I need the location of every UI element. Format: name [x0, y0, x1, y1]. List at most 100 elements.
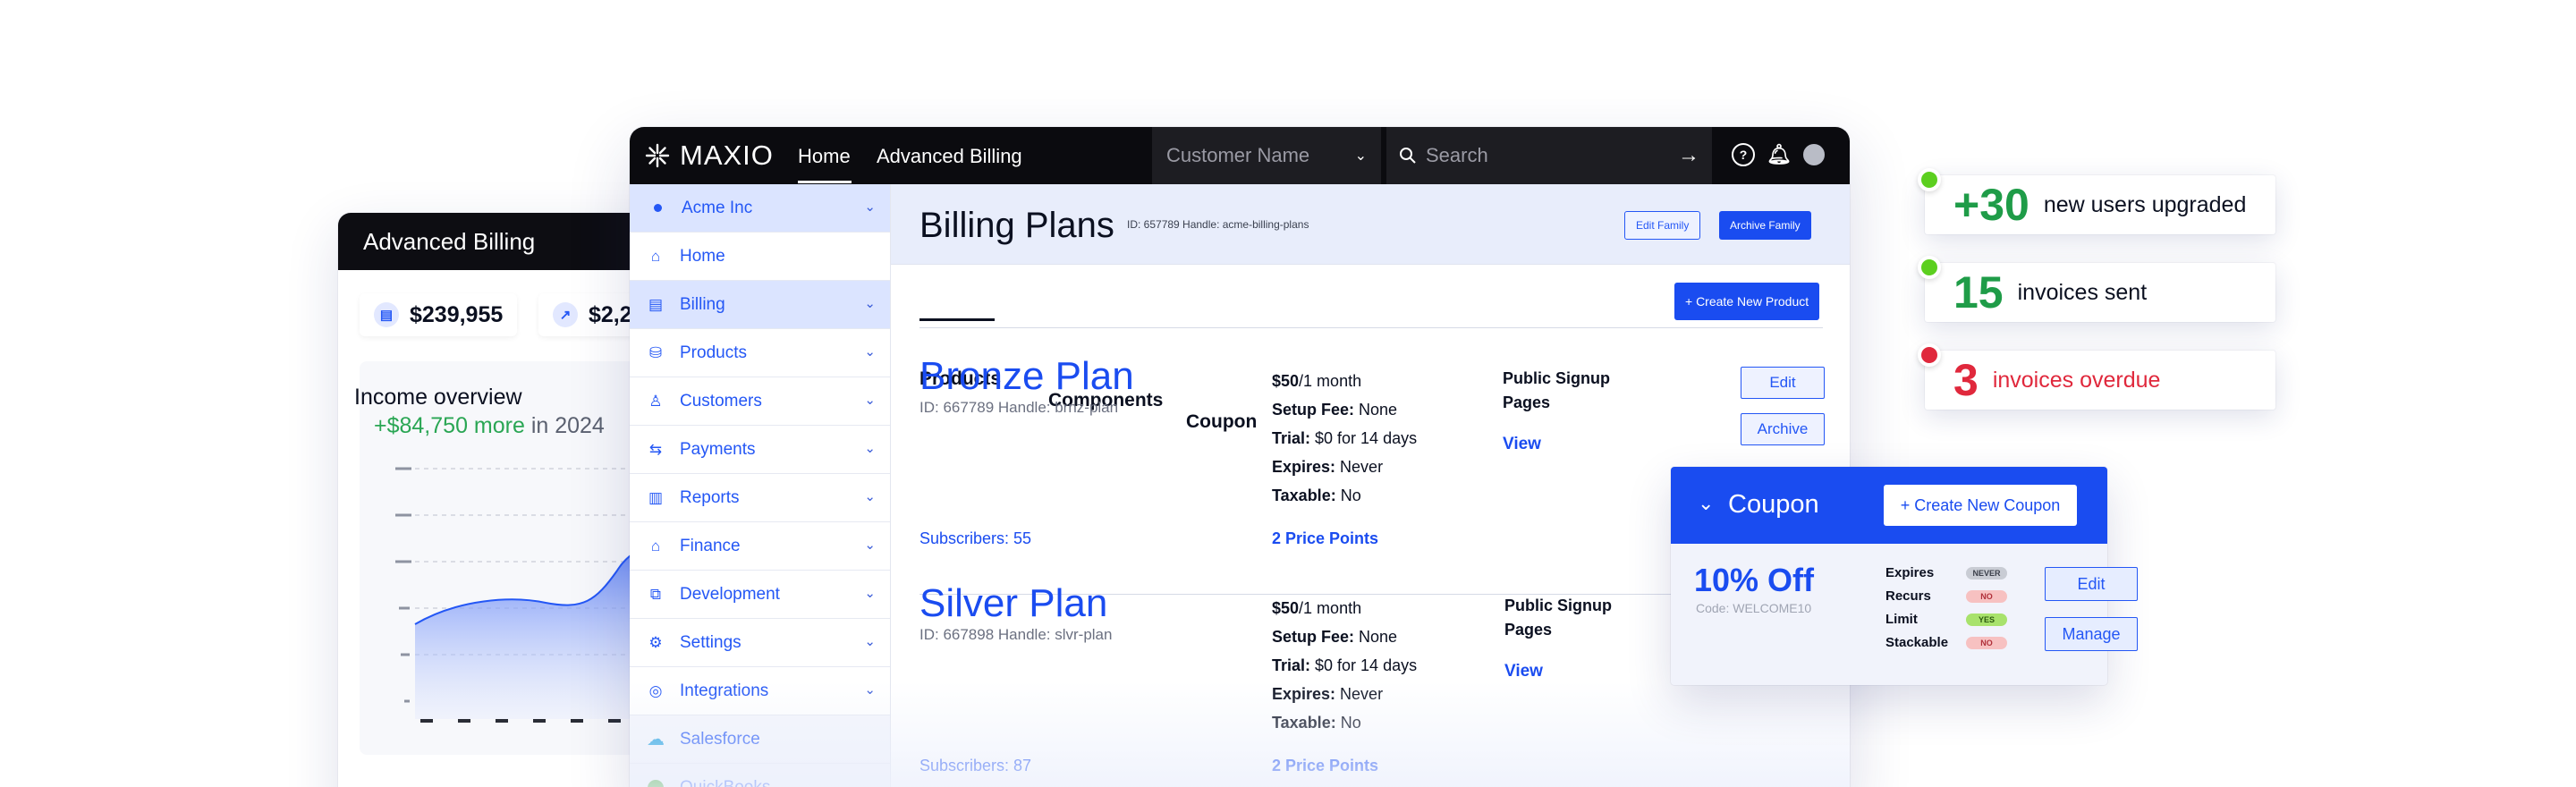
- view-link[interactable]: View: [1503, 435, 1541, 454]
- card-title: Advanced Billing: [363, 227, 536, 255]
- sidebar-item-label: Settings: [680, 632, 741, 652]
- plan-subscribers[interactable]: Subscribers: 87: [919, 757, 1031, 775]
- sidebar-item-label: Products: [680, 343, 747, 362]
- notification-count: +30: [1953, 180, 2029, 230]
- sidebar-item-label: QuickBooks: [680, 777, 771, 787]
- nav-home[interactable]: Home: [798, 145, 851, 168]
- development-icon: ⧉: [649, 585, 662, 603]
- chevron-down-icon: ⌄: [864, 296, 876, 311]
- plan-expires: Expires: Never: [1272, 685, 1384, 703]
- plan-setup-fee: Setup Fee: None: [1272, 628, 1398, 646]
- plan-price: $50/1 month: [1272, 599, 1362, 617]
- plan-expires: Expires: Never: [1272, 458, 1384, 476]
- page-title: Billing Plans: [919, 206, 1114, 245]
- sidebar-item-label: Payments: [680, 439, 756, 459]
- sidebar-item-integrations[interactable]: ◎ Integrations ⌄: [630, 667, 890, 715]
- settings-icon: ⚙: [648, 633, 663, 651]
- revenue-value: $239,955: [410, 301, 504, 327]
- notification-text: invoices sent: [2017, 279, 2148, 305]
- sidebar: Acme Inc ⌄ ⌂ Home ▤ Billing ⌄ ⛁ Products…: [630, 184, 891, 787]
- divider: [919, 327, 1823, 328]
- income-change: +$84,750 more in 2024: [374, 413, 605, 439]
- coupon-recurs-row: Recurs NO: [1885, 588, 2007, 604]
- sidebar-item-quickbooks[interactable]: QuickBooks: [630, 764, 890, 787]
- chevron-down-icon: ⌄: [864, 344, 876, 360]
- create-new-coupon-button[interactable]: + Create New Coupon: [1884, 485, 2077, 526]
- status-badge: NO: [1966, 589, 2007, 603]
- bell-icon[interactable]: 🔔︎: [1767, 143, 1792, 166]
- top-bar: MAXIO Home Advanced Billing Customer Nam…: [630, 127, 1850, 184]
- arrow-right-icon[interactable]: →: [1678, 143, 1699, 168]
- notification-invoices-sent: 15 invoices sent: [1918, 256, 2275, 322]
- home-icon: ⌂: [650, 247, 661, 265]
- maxio-logo[interactable]: MAXIO: [644, 140, 774, 172]
- notification-text: new users upgraded: [2043, 191, 2247, 217]
- search-input[interactable]: Search →: [1386, 127, 1712, 184]
- top-icons: ? 🔔︎: [1732, 143, 1825, 166]
- coupon-title: Coupon: [1728, 490, 1819, 519]
- customer-select[interactable]: Customer Name ⌄: [1152, 127, 1381, 184]
- coupon-amount: 10% Off: [1694, 562, 1815, 598]
- chevron-down-icon: ⌄: [864, 441, 876, 456]
- income-title: Income overview: [354, 385, 522, 410]
- chevron-down-icon: ⌄: [864, 537, 876, 553]
- chevron-down-icon: ⌄: [864, 682, 876, 698]
- chevron-down-icon: ⌄: [864, 586, 876, 601]
- sidebar-item-label: Billing: [680, 294, 725, 314]
- coupon-card: ⌄ Coupon + Create New Coupon 10% Off Cod…: [1671, 467, 2138, 685]
- sidebar-item-payments[interactable]: ⇆ Payments ⌄: [630, 426, 890, 474]
- sidebar-item-salesforce[interactable]: ☁ Salesforce: [630, 715, 890, 764]
- sidebar-item-label: Integrations: [680, 681, 769, 700]
- billing-icon: ▤: [648, 295, 664, 313]
- search-placeholder: Search: [1426, 144, 1488, 166]
- chevron-down-icon[interactable]: ⌄: [1698, 492, 1714, 515]
- view-link[interactable]: View: [1504, 662, 1543, 681]
- plan-name[interactable]: Bronze Plan: [919, 354, 1134, 399]
- sidebar-item-billing[interactable]: ▤ Billing ⌄: [630, 281, 890, 329]
- plan-details: $50/1 month Setup Fee: None Trial: $0 fo…: [1272, 594, 1417, 737]
- products-icon: ⛁: [648, 343, 663, 361]
- edit-family-button[interactable]: Edit Family: [1624, 211, 1701, 240]
- coupon-expires-row: Expires NEVER: [1885, 565, 2007, 580]
- plan-details: $50/1 month Setup Fee: None Trial: $0 fo…: [1272, 367, 1417, 510]
- notification-invoices-overdue: 3 invoices overdue: [1918, 343, 2275, 410]
- finance-icon: ⌂: [650, 537, 661, 554]
- coupon-stackable-row: Stackable NO: [1885, 635, 2007, 650]
- sidebar-item-reports[interactable]: ▥ Reports ⌄: [630, 474, 890, 522]
- plan-taxable: Taxable: No: [1272, 714, 1361, 732]
- plan-name[interactable]: Silver Plan: [919, 581, 1107, 626]
- sidebar-item-label: Reports: [680, 487, 740, 507]
- edit-plan-button[interactable]: Edit: [1741, 367, 1825, 399]
- dot-icon: [654, 204, 662, 212]
- manage-coupon-button[interactable]: Manage: [2045, 617, 2138, 651]
- coupon-limit-row: Limit YES: [1885, 612, 2007, 627]
- plans-header: Billing Plans ID: 657789 Handle: acme-bi…: [891, 184, 1850, 265]
- plan-price-points-link[interactable]: 2 Price Points: [1272, 529, 1378, 548]
- sidebar-item-finance[interactable]: ⌂ Finance ⌄: [630, 522, 890, 571]
- edit-coupon-button[interactable]: Edit: [2045, 567, 2138, 601]
- plan-price-points-link[interactable]: 2 Price Points: [1272, 757, 1378, 775]
- customer-select-placeholder: Customer Name: [1166, 144, 1310, 166]
- help-icon[interactable]: ?: [1732, 143, 1755, 166]
- sidebar-item-development[interactable]: ⧉ Development ⌄: [630, 571, 890, 619]
- sidebar-item-settings[interactable]: ⚙ Settings ⌄: [630, 619, 890, 667]
- sidebar-item-customers[interactable]: ♙ Customers ⌄: [630, 377, 890, 426]
- create-new-product-button[interactable]: + Create New Product: [1674, 283, 1820, 320]
- archive-plan-button[interactable]: Archive: [1741, 413, 1825, 445]
- plan-subscribers[interactable]: Subscribers: 55: [919, 529, 1031, 548]
- revenue-stat: ▤ $239,955: [360, 293, 518, 336]
- sidebar-item-home[interactable]: ⌂ Home: [630, 233, 890, 281]
- public-signup-label: Public Signup Pages: [1504, 597, 1612, 639]
- nav-advanced-billing[interactable]: Advanced Billing: [877, 145, 1022, 168]
- quickbooks-icon: [646, 778, 665, 787]
- notification-count: 15: [1953, 267, 2004, 317]
- sidebar-item-label: Salesforce: [680, 729, 760, 749]
- notification-count: 3: [1953, 355, 1979, 405]
- logo-asterisk-icon: [645, 143, 670, 168]
- avatar[interactable]: [1803, 144, 1825, 165]
- sidebar-item-acme-inc[interactable]: Acme Inc ⌄: [630, 184, 890, 233]
- chevron-down-icon: ⌄: [864, 634, 876, 649]
- sidebar-item-products[interactable]: ⛁ Products ⌄: [630, 329, 890, 377]
- archive-family-button[interactable]: Archive Family: [1719, 211, 1811, 240]
- sidebar-item-label: Acme Inc: [682, 198, 753, 217]
